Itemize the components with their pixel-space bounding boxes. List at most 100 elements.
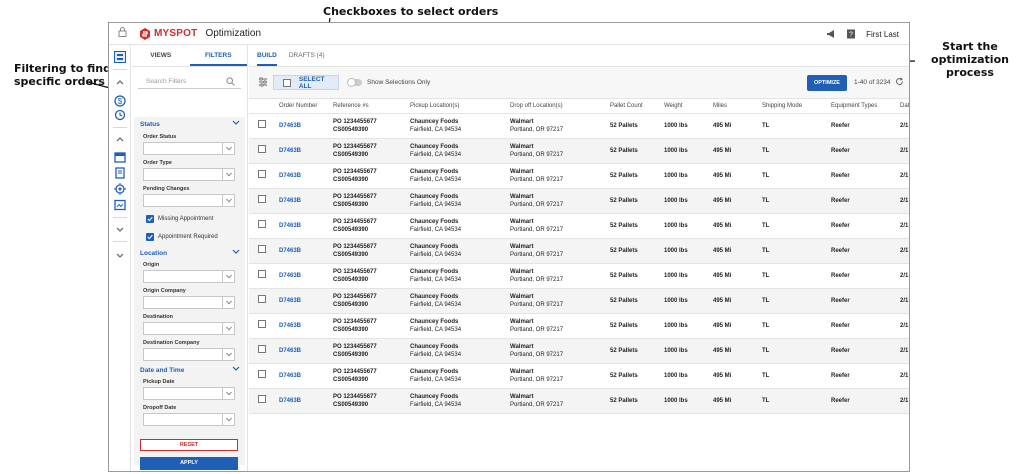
row-checkbox[interactable]: [258, 395, 266, 403]
table-row[interactable]: D7463B PO 1234455677 CS00549390 Chauncey Fo…: [249, 213, 909, 239]
row-checkbox[interactable]: [258, 195, 266, 203]
table-row[interactable]: D7463B PO 1234455677 CS00549390 Chauncey Fo…: [249, 263, 909, 289]
pickup-address: Fairfield, CA 94534: [410, 201, 462, 208]
table-row[interactable]: D7463B PO 1234455677 CS00549390 Chauncey Fo…: [249, 313, 909, 339]
order-number-link[interactable]: D7463B: [279, 223, 301, 229]
column-header-weight[interactable]: Weight: [664, 99, 713, 114]
column-header-dropoff[interactable]: Drop off Location(s): [510, 99, 610, 114]
order-number-link[interactable]: D7463B: [279, 198, 301, 204]
row-checkbox[interactable]: [258, 145, 266, 153]
column-header-reference[interactable]: Reference #s: [333, 99, 410, 114]
chevron-down-icon[interactable]: [114, 249, 126, 261]
destination-select[interactable]: [143, 322, 235, 335]
order-number-link[interactable]: D7463B: [279, 323, 301, 329]
column-header-miles[interactable]: Miles: [713, 99, 762, 114]
pickup-cell: Chauncey Foods Fairfield, CA 94534: [410, 163, 510, 189]
megaphone-icon[interactable]: [826, 29, 836, 39]
layout-icon[interactable]: [114, 51, 126, 63]
order-number-link[interactable]: D7463B: [279, 348, 301, 354]
help-icon[interactable]: ?: [846, 29, 856, 39]
dollar-icon[interactable]: $: [114, 95, 126, 107]
history-icon[interactable]: [114, 109, 126, 121]
image-icon[interactable]: [114, 199, 126, 211]
section-location[interactable]: Location: [140, 249, 240, 257]
apply-button[interactable]: APPLY: [140, 457, 238, 470]
order-number-link[interactable]: D7463B: [279, 398, 301, 404]
chevron-up-icon[interactable]: [114, 76, 126, 88]
section-date-time[interactable]: Date and Time: [140, 366, 240, 374]
order-number-link[interactable]: D7463B: [279, 148, 301, 154]
order-number-link[interactable]: D7463B: [279, 298, 301, 304]
optimize-button[interactable]: OPTIMIZE: [807, 75, 847, 91]
origin-select[interactable]: [143, 270, 235, 283]
tab-views[interactable]: VIEWS: [132, 45, 190, 66]
order-number-link[interactable]: D7463B: [279, 248, 301, 254]
column-header-date[interactable]: Date: [900, 99, 909, 114]
row-checkbox[interactable]: [258, 320, 266, 328]
calendar-icon[interactable]: [114, 151, 126, 163]
row-checkbox[interactable]: [258, 295, 266, 303]
table-row[interactable]: D7463B PO 1234455677 CS00549390 Chauncey Fo…: [249, 338, 909, 364]
order-number-cell: D7463B: [279, 288, 333, 314]
row-checkbox[interactable]: [258, 270, 266, 278]
order-number-link[interactable]: D7463B: [279, 273, 301, 279]
order-number-link[interactable]: D7463B: [279, 173, 301, 179]
reference-cs: CS00549390: [333, 326, 369, 333]
appointment-required-checkbox[interactable]: Appointment Required: [146, 233, 218, 241]
reset-button[interactable]: RESET: [140, 439, 238, 451]
shipping-mode-cell: TL: [762, 313, 831, 339]
column-header-pickup[interactable]: Pickup Location(s): [410, 99, 510, 114]
order-status-select[interactable]: [143, 142, 235, 155]
row-checkbox[interactable]: [258, 245, 266, 253]
row-checkbox[interactable]: [258, 120, 266, 128]
dropoff-cell: Walmart Portland, OR 97217: [510, 263, 610, 289]
target-icon[interactable]: [114, 183, 126, 195]
table-row[interactable]: D7463B PO 1234455677 CS00549390 Chauncey Fo…: [249, 288, 909, 314]
table-row[interactable]: D7463B PO 1234455677 CS00549390 Chauncey Fo…: [249, 163, 909, 189]
table-row[interactable]: D7463B PO 1234455677 CS00549390 Chauncey Fo…: [249, 238, 909, 264]
shipping-mode-cell: TL: [762, 138, 831, 164]
order-type-select[interactable]: [143, 168, 235, 181]
reference-cs: CS00549390: [333, 176, 369, 183]
table-row[interactable]: D7463B PO 1234455677 CS00549390 Chauncey Fo…: [249, 388, 909, 414]
chevron-up-icon[interactable]: [114, 133, 126, 145]
show-selections-toggle[interactable]: [347, 78, 362, 87]
column-header-shipping-mode[interactable]: Shipping Mode: [762, 99, 831, 114]
column-header-order-number[interactable]: Order Number: [279, 99, 333, 114]
row-checkbox[interactable]: [258, 170, 266, 178]
order-number-link[interactable]: D7463B: [279, 123, 301, 129]
reference-cell: PO 1234455677 CS00549390: [333, 163, 410, 189]
order-number-link[interactable]: D7463B: [279, 373, 301, 379]
tab-filters[interactable]: FILTERS: [189, 45, 247, 66]
tab-drafts[interactable]: DRAFTS (4): [289, 45, 325, 66]
table-row[interactable]: D7463B PO 1234455677 CS00549390 Chauncey Fo…: [249, 138, 909, 164]
destination-company-label: Destination Company: [143, 340, 200, 346]
column-header-equipment[interactable]: Equipment Types: [831, 99, 900, 114]
weight-cell: 1000 lbs: [664, 213, 713, 239]
row-checkbox[interactable]: [258, 370, 266, 378]
table-row[interactable]: D7463B PO 1234455677 CS00549390 Chauncey Fo…: [249, 113, 909, 139]
pallet-count-cell: 52 Pallets: [610, 213, 664, 239]
dropoff-date-select[interactable]: [143, 413, 235, 426]
user-name[interactable]: First Last: [866, 30, 899, 39]
select-all-button[interactable]: SELECT ALL: [273, 75, 339, 90]
origin-company-select[interactable]: [143, 296, 235, 309]
section-status[interactable]: Status: [140, 120, 240, 128]
pallet-count-cell: 52 Pallets: [610, 338, 664, 364]
filter-settings-icon[interactable]: [258, 77, 268, 87]
row-checkbox[interactable]: [258, 220, 266, 228]
document-icon[interactable]: [114, 167, 126, 179]
table-row[interactable]: D7463B PO 1234455677 CS00549390 Chauncey Fo…: [249, 363, 909, 389]
row-checkbox[interactable]: [258, 345, 266, 353]
missing-appointment-checkbox[interactable]: Missing Appointment: [146, 215, 213, 223]
pickup-date-select[interactable]: [143, 387, 235, 400]
select-all-checkbox[interactable]: [283, 78, 291, 87]
destination-company-select[interactable]: [143, 348, 235, 361]
tab-build[interactable]: BUILD: [257, 45, 277, 66]
refresh-icon[interactable]: [895, 77, 904, 86]
column-header-pallet-count[interactable]: Pallet Count: [610, 99, 664, 114]
pending-changes-select[interactable]: [143, 194, 235, 207]
table-row[interactable]: D7463B PO 1234455677 CS00549390 Chauncey Fo…: [249, 188, 909, 214]
chevron-down-icon[interactable]: [114, 223, 126, 235]
search-filters-input[interactable]: Search Filters: [138, 75, 241, 89]
